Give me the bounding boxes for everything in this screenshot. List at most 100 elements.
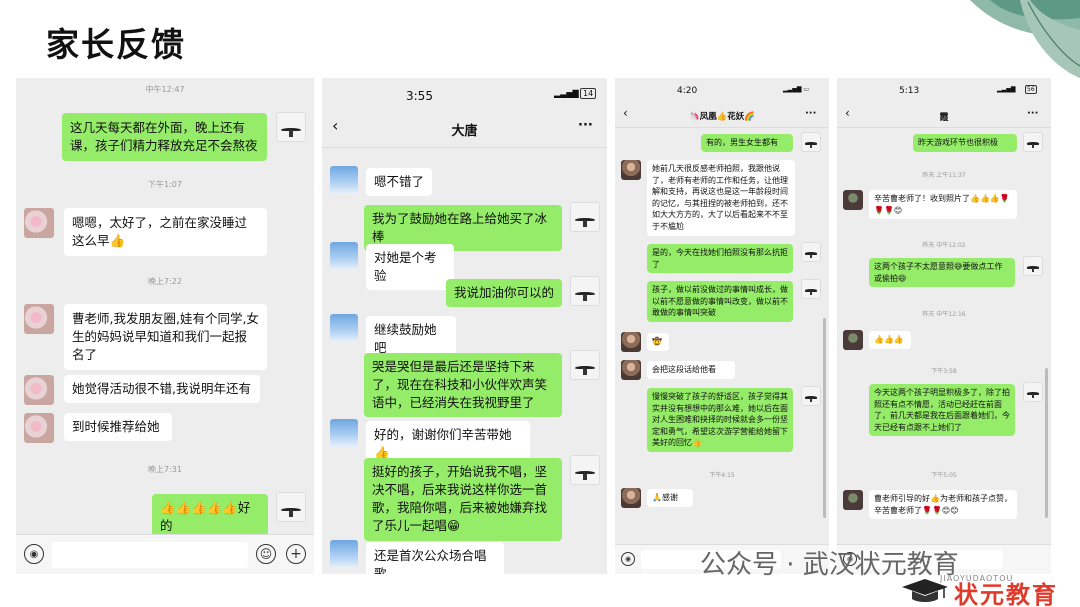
- chat-title: 🦄凤凰👍花妖🌈: [689, 112, 755, 122]
- timestamp: 下午4:15: [709, 472, 735, 479]
- contact-avatar[interactable]: [330, 540, 358, 568]
- chat-header: 5:13 ▂▃▅▇ 56 ‹ 霞 ···: [837, 78, 1051, 128]
- user-avatar[interactable]: [276, 492, 306, 522]
- message-bubble[interactable]: 慢慢突破了孩子的舒适区，孩子觉得其实并没有想想中的那么难，她以后在面对人生困难和…: [647, 388, 793, 452]
- user-avatar[interactable]: [1023, 256, 1043, 276]
- message-bubble[interactable]: 今天这两个孩子明显积极多了，除了拍照还有点不情愿，活动已经赶在前面了，前几天都是…: [869, 384, 1015, 437]
- signal-icon: ▂▃▅▇ ▭: [783, 86, 810, 93]
- message-bubble[interactable]: 会把这段话给他看: [647, 361, 735, 379]
- input-bar: ◉ ☺ +: [16, 534, 314, 574]
- message-bubble[interactable]: 她觉得活动很不错,我说明年还有: [64, 375, 260, 404]
- contact-avatar[interactable]: [330, 419, 358, 447]
- contact-avatar[interactable]: [621, 360, 641, 380]
- status-time: 3:55: [406, 89, 433, 103]
- user-avatar[interactable]: [570, 202, 600, 232]
- chat-screenshot-4: 5:13 ▂▃▅▇ 56 ‹ 霞 ··· 昨天游戏环节也很积极 昨天 上午11:…: [837, 78, 1051, 574]
- contact-avatar[interactable]: [330, 314, 358, 342]
- message-bubble[interactable]: 这两个孩子不太愿意照😅要做点工作或偷拍😄: [869, 258, 1015, 288]
- signal-icon: ▂▃▅▇: [997, 86, 1016, 93]
- timestamp: 昨天 中午12:16: [922, 311, 966, 318]
- voice-icon[interactable]: ◉: [24, 544, 44, 564]
- contact-avatar[interactable]: [24, 208, 54, 238]
- user-avatar[interactable]: [570, 455, 600, 485]
- battery-icon: 56: [1025, 85, 1037, 94]
- chat-title: 霞: [939, 113, 949, 123]
- contact-avatar[interactable]: [621, 488, 641, 508]
- more-icon[interactable]: ···: [578, 118, 593, 133]
- contact-avatar[interactable]: [621, 332, 641, 352]
- contact-avatar[interactable]: [843, 490, 863, 510]
- contact-avatar[interactable]: [330, 242, 358, 270]
- battery-icon: 14: [580, 88, 597, 99]
- message-bubble[interactable]: 昨天游戏环节也很积极: [913, 134, 1017, 152]
- contact-avatar[interactable]: [621, 160, 641, 180]
- message-bubble[interactable]: 哭是哭但是最后还是坚持下来了，现在在科技和小伙伴欢声笑语中，已经消失在我视野里了: [364, 353, 562, 418]
- voice-icon[interactable]: ◉: [621, 552, 635, 566]
- timestamp: 昨天 中午12:02: [922, 242, 966, 249]
- leaf-decoration: [970, 0, 1080, 78]
- slide: 家长反馈 中午12:47 这几天每天都在外面，晚上还有课，孩子们精力释放充足不会…: [0, 0, 1080, 607]
- graduation-cap-icon: [902, 579, 948, 602]
- user-avatar[interactable]: [801, 242, 821, 262]
- message-input[interactable]: [52, 542, 248, 568]
- scrollbar[interactable]: [1045, 368, 1048, 518]
- plus-icon[interactable]: +: [286, 544, 306, 564]
- message-bubble[interactable]: 有的，男生女生都有: [701, 134, 793, 152]
- timestamp: 晚上7:22: [148, 277, 182, 286]
- chat-title: 大唐: [451, 124, 478, 139]
- user-avatar[interactable]: [801, 132, 821, 152]
- contact-avatar[interactable]: [843, 330, 863, 350]
- contact-avatar[interactable]: [24, 413, 54, 443]
- message-bubble[interactable]: 嗯嗯，太好了，之前在家没睡过这么早👍: [64, 208, 267, 257]
- battery-level: 14: [583, 89, 594, 98]
- signal-icon: ▂▃▅▇: [554, 89, 579, 98]
- message-bubble[interactable]: 🤠: [647, 333, 669, 351]
- message-bubble[interactable]: 曹老师,我发朋友圈,娃有个同学,女生的妈妈说早知道和我们一起报名了: [64, 304, 267, 371]
- timestamp: 下午3:58: [931, 368, 957, 375]
- message-bubble[interactable]: 曹老师引导的好👍为老师和孩子点赞，辛苦曹老师了🌹🌹😊😊: [869, 490, 1017, 520]
- timestamp: 中午12:47: [145, 85, 185, 94]
- user-avatar[interactable]: [801, 279, 821, 299]
- user-avatar[interactable]: [276, 112, 306, 142]
- chat-screenshot-1: 中午12:47 这几天每天都在外面，晚上还有课，孩子们精力释放充足不会熬夜 下午…: [16, 78, 314, 574]
- message-bubble[interactable]: 挺好的孩子，开始说我不唱，坚决不唱，后来我说这样你选一首歌，我陪你唱，后来被她嫌…: [364, 458, 562, 541]
- message-bubble[interactable]: 我说加油你可以的: [446, 279, 562, 308]
- status-time: 4:20: [677, 86, 698, 96]
- emoji-icon[interactable]: ☺: [256, 544, 276, 564]
- message-bubble[interactable]: 她前几天很反感老师拍照，我跟他说了，老师有老师的工作和任务，让他理解和支持，再说…: [647, 160, 795, 236]
- message-bubble[interactable]: 👍👍👍: [869, 331, 911, 349]
- message-bubble[interactable]: 是的，今天在找她们拍照没有那么抗拒了: [647, 244, 793, 274]
- user-avatar[interactable]: [1023, 132, 1043, 152]
- timestamp: 昨天 上午11:37: [922, 172, 966, 179]
- timestamp: 下午1:07: [148, 180, 182, 189]
- chat-screenshot-3: 4:20 ▂▃▅▇ ▭ ‹ 🦄凤凰👍花妖🌈 ··· 有的，男生女生都有 她前几天…: [615, 78, 829, 574]
- page-title: 家长反馈: [46, 25, 186, 64]
- timestamp: 下午5:05: [931, 472, 957, 479]
- contact-avatar[interactable]: [843, 190, 863, 210]
- message-bubble[interactable]: 🙏感谢: [647, 489, 693, 507]
- watermark-text: 公众号 · 武汉状元教育: [700, 550, 959, 580]
- message-bubble[interactable]: 对她是个考验: [366, 244, 454, 291]
- chat-screenshot-2: 3:55 ▂▃▅▇ 14 ‹ 大唐 ··· 嗯不错了 我为了鼓励她在路上给她买了…: [322, 78, 607, 574]
- chat-header: 4:20 ▂▃▅▇ ▭ ‹ 🦄凤凰👍花妖🌈 ···: [615, 78, 829, 128]
- message-bubble[interactable]: 到时候推荐给她: [64, 413, 172, 442]
- message-bubble[interactable]: 还是首次公众场合唱歌: [366, 542, 504, 574]
- scrollbar[interactable]: [823, 318, 826, 518]
- user-avatar[interactable]: [570, 276, 600, 306]
- brand-logo-text: 状元教育: [954, 580, 1058, 607]
- more-icon[interactable]: ···: [1027, 108, 1038, 119]
- user-avatar[interactable]: [570, 350, 600, 380]
- contact-avatar[interactable]: [330, 166, 358, 194]
- message-bubble[interactable]: 孩子，做以前没做过的事情叫成长，做以前不愿意做的事情叫改变，做以前不敢做的事情叫…: [647, 281, 793, 322]
- message-bubble[interactable]: 嗯不错了: [366, 168, 432, 197]
- more-icon[interactable]: ···: [805, 108, 816, 119]
- message-bubble[interactable]: 辛苦曹老师了！收到照片了👍👍👍🌹🌹🌹😊: [869, 190, 1017, 220]
- message-bubble[interactable]: 这几天每天都在外面，晚上还有课，孩子们精力释放充足不会熬夜: [62, 113, 267, 162]
- chat-header: 3:55 ▂▃▅▇ 14 ‹ 大唐 ···: [322, 78, 607, 148]
- status-time: 5:13: [899, 86, 920, 96]
- user-avatar[interactable]: [801, 386, 821, 406]
- contact-avatar[interactable]: [24, 375, 54, 405]
- user-avatar[interactable]: [1023, 382, 1043, 402]
- contact-avatar[interactable]: [24, 304, 54, 334]
- battery-level: 56: [1027, 86, 1035, 93]
